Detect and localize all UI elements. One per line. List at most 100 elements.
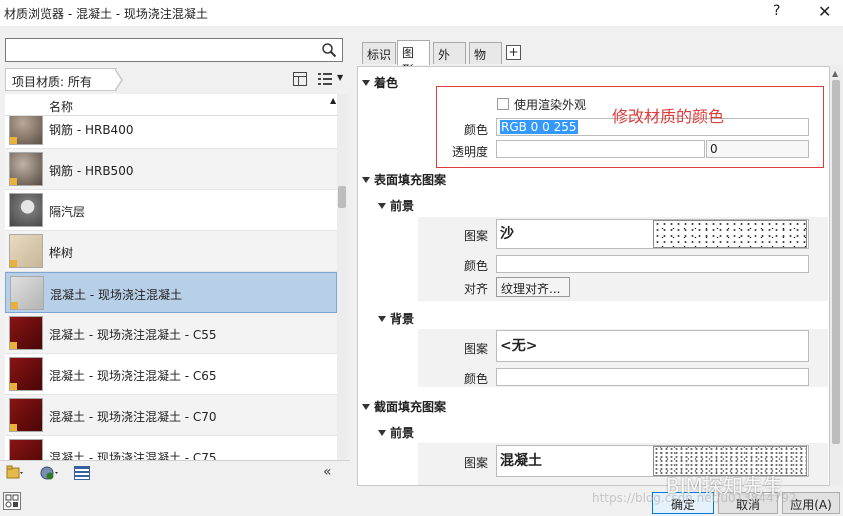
search-box[interactable]	[5, 38, 343, 62]
create-material-icon[interactable]	[40, 465, 58, 481]
badge-icon	[10, 260, 17, 267]
surface-fg-color-label: 颜色	[464, 259, 489, 273]
watermark-url: https://blog.csdn.net/u013844792	[592, 491, 797, 505]
filter-breadcrumb[interactable]: 项目材质: 所有	[5, 68, 117, 91]
section-cut-pattern[interactable]: 截面填充图案	[362, 398, 446, 415]
surface-fg-color-swatch[interactable]: RGB 0 0 0	[496, 255, 809, 273]
subsection-surface-foreground[interactable]: 前景	[378, 197, 414, 214]
surface-bg-color-swatch[interactable]: RGB 0 0 0	[496, 368, 809, 386]
material-label: 混凝土 - 现场浇注混凝土	[50, 288, 182, 302]
panel-toggle-icon[interactable]	[293, 72, 307, 86]
cut-fg-pattern-label: 图案	[464, 456, 489, 470]
material-label: 钢筋 - HRB500	[49, 164, 134, 178]
material-label: 混凝土 - 现场浇注混凝土 - C65	[49, 369, 217, 383]
material-list: 钢筋 - HRB400 钢筋 - HRB500 隔汽层 桦树 混凝土 - 现场浇…	[5, 116, 337, 460]
list-item[interactable]: 混凝土 - 现场浇注混凝土 - C55	[5, 313, 337, 354]
surface-bg-pattern-label: 图案	[464, 342, 489, 356]
collapse-panel-button[interactable]: «	[323, 464, 332, 480]
section-shading[interactable]: 着色	[362, 74, 398, 91]
tab-physical[interactable]: 物理	[469, 42, 502, 79]
material-thumbnail	[9, 193, 43, 227]
tab-identity[interactable]: 标识	[362, 42, 396, 64]
surface-fg-pattern-label: 图案	[464, 229, 489, 243]
properties-scrollbar[interactable]: ▲	[830, 66, 842, 486]
subsection-cut-foreground[interactable]: 前景	[378, 424, 414, 441]
material-label: 桦树	[49, 246, 74, 260]
filter-bar: 项目材质: 所有 ▼	[5, 68, 347, 92]
list-item[interactable]: 混凝土 - 现场浇注混凝土 - C75	[5, 436, 337, 460]
list-item[interactable]: 钢筋 - HRB500	[5, 149, 337, 190]
sort-arrow-icon: ▲	[330, 96, 337, 105]
material-thumbnail	[9, 357, 43, 391]
add-asset-button[interactable]: +	[506, 45, 521, 60]
properties-scrollbar-thumb[interactable]	[832, 80, 840, 444]
list-scrollbar[interactable]	[337, 94, 347, 460]
collapse-triangle-icon	[378, 316, 386, 322]
subsection-surface-background-title: 背景	[390, 312, 415, 326]
material-thumbnail	[9, 439, 43, 460]
title-bar: 材质浏览器 - 混凝土 - 现场浇注混凝土 ? ✕	[0, 0, 843, 26]
sand-pattern-preview[interactable]	[653, 220, 807, 248]
material-thumbnail	[9, 152, 43, 186]
help-button[interactable]: ?	[773, 3, 780, 19]
window-title: 材质浏览器 - 混凝土 - 现场浇注混凝土	[4, 7, 208, 21]
search-input[interactable]	[10, 40, 310, 60]
list-item[interactable]: 桦树	[5, 231, 337, 272]
list-item[interactable]: 隔汽层	[5, 190, 337, 231]
list-header: 名称 ▲	[5, 94, 337, 116]
surface-bg-pattern-value: <无>	[500, 338, 538, 354]
subsection-surface-foreground-title: 前景	[390, 199, 415, 213]
badge-icon	[10, 178, 17, 185]
section-surface-pattern-title: 表面填充图案	[374, 173, 447, 187]
material-thumbnail	[9, 234, 43, 268]
list-item[interactable]: 混凝土 - 现场浇注混凝土 - C70	[5, 395, 337, 436]
material-thumbnail	[10, 276, 44, 310]
list-item[interactable]: 钢筋 - HRB400	[5, 116, 337, 149]
surface-fg-align-label: 对齐	[464, 282, 489, 296]
collapse-triangle-icon	[378, 430, 386, 436]
material-thumbnail	[9, 316, 43, 350]
list-view-icon[interactable]	[317, 71, 333, 87]
library-toolbar: «	[0, 460, 350, 485]
cut-fg-pattern-value: 混凝土	[500, 453, 542, 469]
surface-bg-color-label: 颜色	[464, 372, 489, 386]
close-button[interactable]: ✕	[818, 2, 831, 21]
scroll-up-icon[interactable]: ▲	[832, 69, 838, 78]
search-icon[interactable]	[321, 42, 337, 58]
collapse-triangle-icon	[378, 203, 386, 209]
graphics-properties: 着色 使用渲染外观 颜色 RGB 0 0 255 透明度 0 修改材质的颜色 表…	[357, 66, 830, 486]
texture-align-button[interactable]: 纹理对齐...	[496, 277, 570, 297]
list-scrollbar-thumb[interactable]	[338, 186, 346, 208]
asset-browser-icon[interactable]	[74, 466, 90, 480]
surface-bg-pattern-field[interactable]: <无>	[496, 330, 809, 362]
section-cut-pattern-title: 截面填充图案	[374, 400, 447, 414]
badge-icon	[10, 342, 17, 349]
material-label: 混凝土 - 现场浇注混凝土 - C70	[49, 410, 217, 424]
library-folder-icon[interactable]	[6, 465, 24, 481]
list-item[interactable]: 混凝土 - 现场浇注混凝土 - C65	[5, 354, 337, 395]
badge-icon	[10, 137, 17, 144]
annotation-text: 修改材质的颜色	[612, 107, 725, 126]
section-shading-title: 着色	[374, 76, 399, 90]
badge-icon	[10, 424, 17, 431]
chevron-down-icon[interactable]: ▼	[337, 73, 343, 82]
collapse-triangle-icon	[362, 177, 370, 183]
material-label: 隔汽层	[49, 205, 86, 219]
tab-graphics[interactable]: 图形	[397, 40, 430, 77]
section-surface-pattern[interactable]: 表面填充图案	[362, 171, 446, 188]
material-label: 混凝土 - 现场浇注混凝土 - C75	[49, 451, 217, 460]
collapse-triangle-icon	[362, 404, 370, 410]
column-name-header[interactable]: 名称	[49, 98, 73, 115]
subsection-surface-background[interactable]: 背景	[378, 310, 414, 327]
breadcrumb-arrow-fill	[114, 69, 121, 91]
tab-appearance[interactable]: 外观	[433, 42, 466, 79]
list-item-selected[interactable]: 混凝土 - 现场浇注混凝土	[5, 272, 337, 313]
subsection-cut-foreground-title: 前景	[390, 426, 415, 440]
annotation-box	[436, 86, 824, 168]
material-label: 钢筋 - HRB400	[49, 123, 134, 137]
material-thumbnail	[9, 116, 43, 145]
badge-icon	[10, 383, 17, 390]
material-thumbnail	[9, 398, 43, 432]
badge-icon	[11, 302, 18, 309]
collapse-triangle-icon	[362, 80, 370, 86]
